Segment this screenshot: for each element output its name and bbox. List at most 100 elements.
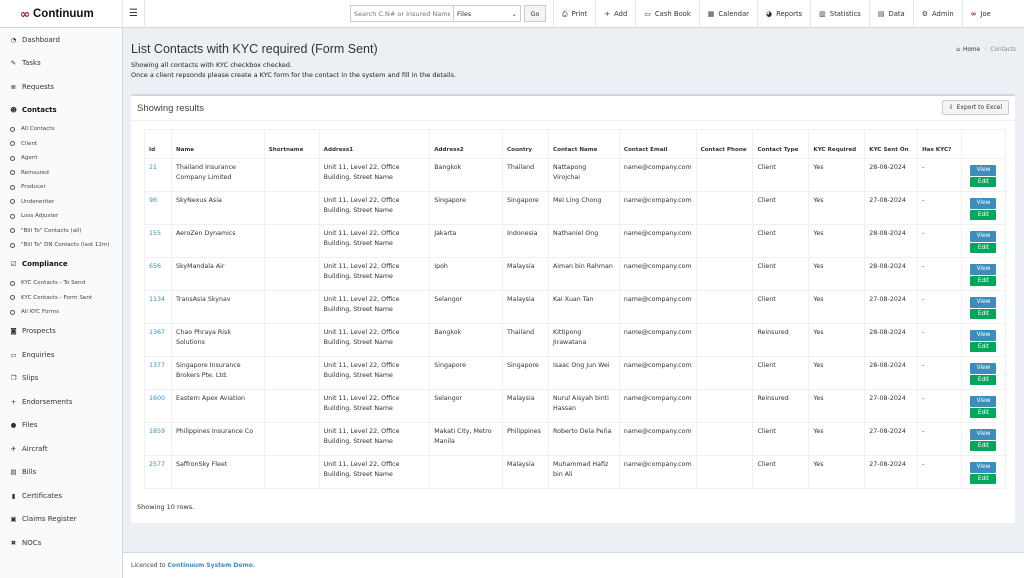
sidebar-subitem[interactable]: "Bill To" DN Contacts (last 12m) xyxy=(0,238,122,253)
cell-addr2: Bangkok xyxy=(429,158,504,192)
contact-id-link[interactable]: 1367 xyxy=(149,329,165,336)
cell-cname: Kittipong Jirawatana xyxy=(548,323,620,357)
sidebar-item-bills[interactable]: ▤ Bills xyxy=(0,461,122,485)
contact-id-link[interactable]: 1134 xyxy=(149,296,165,303)
sidebar-subitem[interactable]: Producer xyxy=(0,180,122,195)
nav-calendar[interactable]: ▦ Calendar xyxy=(698,0,757,28)
nav-add[interactable]: + Add xyxy=(595,0,635,28)
cell-id: 155 xyxy=(144,224,172,258)
brand-logo[interactable]: ∞ Continuum xyxy=(0,0,123,28)
column-header: KYC Required xyxy=(808,129,866,159)
cell-type: Client xyxy=(752,224,810,258)
sidebar-item-requests[interactable]: ≣ Requests xyxy=(0,75,122,99)
view-button[interactable]: View xyxy=(970,396,997,407)
nav-cash-book[interactable]: ▭ Cash Book xyxy=(635,0,698,28)
sidebar-subitem[interactable]: Underwriter xyxy=(0,195,122,210)
sidebar-item-certificates[interactable]: ▮ Certificates xyxy=(0,484,122,508)
times-icon: ✖ xyxy=(10,538,17,547)
sidebar-item-compliance[interactable]: ☑ Compliance xyxy=(0,253,122,277)
sidebar-item-dashboard[interactable]: ◔ Dashboard xyxy=(0,28,122,52)
table-row: 21 Thailand Insurance Company Limited Unit… xyxy=(144,158,1007,192)
sidebar-subitem[interactable]: KYC Contacts - To Send xyxy=(0,276,122,291)
sidebar-item-slips[interactable]: ❐ Slips xyxy=(0,367,122,391)
view-button[interactable]: View xyxy=(970,198,997,209)
search-input[interactable] xyxy=(350,5,454,22)
cell-has: - xyxy=(917,422,962,456)
cell-country: Malaysia xyxy=(502,455,549,489)
view-button[interactable]: View xyxy=(970,264,997,275)
cell-name: Philippines Insurance Co xyxy=(170,422,265,456)
sidebar-item-tasks[interactable]: ✎ Tasks xyxy=(0,52,122,76)
cell-has: - xyxy=(917,224,962,258)
breadcrumb-home[interactable]: Home xyxy=(963,47,980,53)
sidebar-subitem[interactable]: All Contacts xyxy=(0,122,122,137)
sidebar-item-label: Slips xyxy=(22,374,39,383)
nav-statistics[interactable]: ▥ Statistics xyxy=(810,0,869,28)
cell-actions: View Edit xyxy=(960,257,1007,291)
nav-admin[interactable]: ⚙ Admin xyxy=(912,0,962,28)
edit-button[interactable]: Edit xyxy=(970,242,997,253)
edit-button[interactable]: Edit xyxy=(970,176,997,187)
go-button[interactable]: Go xyxy=(524,5,546,22)
view-button[interactable]: View xyxy=(970,462,997,473)
view-button[interactable]: View xyxy=(970,231,997,242)
menu-toggle-icon[interactable]: ☰ xyxy=(123,0,145,28)
sidebar-subitem[interactable]: Loss Adjuster xyxy=(0,209,122,224)
cell-kyc: Yes xyxy=(808,356,866,390)
cell-country: Malaysia xyxy=(502,257,549,291)
edit-button[interactable]: Edit xyxy=(970,473,997,484)
contact-id-link[interactable]: 155 xyxy=(149,230,161,237)
edit-button[interactable]: Edit xyxy=(970,275,997,286)
sidebar-subitem[interactable]: KYC Contacts - Form Sent xyxy=(0,291,122,306)
sidebar-item-enquiries[interactable]: ▭ Enquiries xyxy=(0,343,122,367)
search-type-select[interactable]: Files ⌄ xyxy=(454,5,521,22)
sidebar-item-endorsements[interactable]: + Endorsements xyxy=(0,390,122,414)
plus-icon: + xyxy=(10,397,17,406)
sidebar-item-contacts[interactable]: ☻ Contacts xyxy=(0,99,122,123)
edit-button[interactable]: Edit xyxy=(970,440,997,451)
sidebar-item-claims-register[interactable]: ▣ Claims Register xyxy=(0,508,122,532)
edit-button[interactable]: Edit xyxy=(970,308,997,319)
cell-id: 1859 xyxy=(144,422,172,456)
contact-id-link[interactable]: 1600 xyxy=(149,395,165,402)
check-square-icon: ☑ xyxy=(10,260,17,269)
contact-id-link[interactable]: 1859 xyxy=(149,428,165,435)
dashboard-icon: ◔ xyxy=(10,35,17,44)
cell-kyc: Yes xyxy=(808,290,866,324)
sidebar-item-label: Certificates xyxy=(22,491,63,500)
contact-id-link[interactable]: 2577 xyxy=(149,461,165,468)
licence-link[interactable]: Continuum System Demo. xyxy=(167,562,255,569)
edit-button[interactable]: Edit xyxy=(970,374,997,385)
sidebar-item-nocs[interactable]: ✖ NOCs xyxy=(0,531,122,555)
sidebar-item-aircraft[interactable]: ✈ Aircraft xyxy=(0,437,122,461)
sidebar-subitem[interactable]: Client xyxy=(0,137,122,152)
sidebar-item-files[interactable]: ● Files xyxy=(0,414,122,438)
column-header: Has KYC? xyxy=(917,129,962,159)
contact-id-link[interactable]: 656 xyxy=(149,263,161,270)
edit-button[interactable]: Edit xyxy=(970,209,997,220)
edit-button[interactable]: Edit xyxy=(970,341,997,352)
sidebar-subitem[interactable]: All KYC Forms xyxy=(0,305,122,320)
cell-has: - xyxy=(917,455,962,489)
nav-data[interactable]: ▤ Data xyxy=(868,0,913,28)
contact-id-link[interactable]: 21 xyxy=(149,164,157,171)
export-excel-button[interactable]: ⇩ Export to Excel xyxy=(941,100,1009,115)
contact-id-link[interactable]: 1377 xyxy=(149,362,165,369)
cell-country: Singapore xyxy=(502,191,549,225)
view-button[interactable]: View xyxy=(970,165,997,176)
table-row: 1134 TransAsia Skynav Unit 11, Level 22, O… xyxy=(144,290,1007,324)
sidebar-subitem[interactable]: Agent xyxy=(0,151,122,166)
view-button[interactable]: View xyxy=(970,363,997,374)
view-button[interactable]: View xyxy=(970,330,997,341)
nav-joe[interactable]: ∞ Joe xyxy=(961,0,999,28)
nav-reports[interactable]: ◕ Reports xyxy=(756,0,810,28)
view-button[interactable]: View xyxy=(970,429,997,440)
sidebar-item-prospects[interactable]: ◙ Prospects xyxy=(0,320,122,344)
edit-button[interactable]: Edit xyxy=(970,407,997,418)
sidebar-subitem[interactable]: "Bill To" Contacts (all) xyxy=(0,224,122,239)
view-button[interactable]: View xyxy=(970,297,997,308)
nav-print[interactable]: ⎙ Print xyxy=(553,0,595,28)
cell-cname: Isaac Ong Jun Wei xyxy=(548,356,620,390)
sidebar-subitem[interactable]: Reinsured xyxy=(0,166,122,181)
contact-id-link[interactable]: 96 xyxy=(149,197,157,204)
